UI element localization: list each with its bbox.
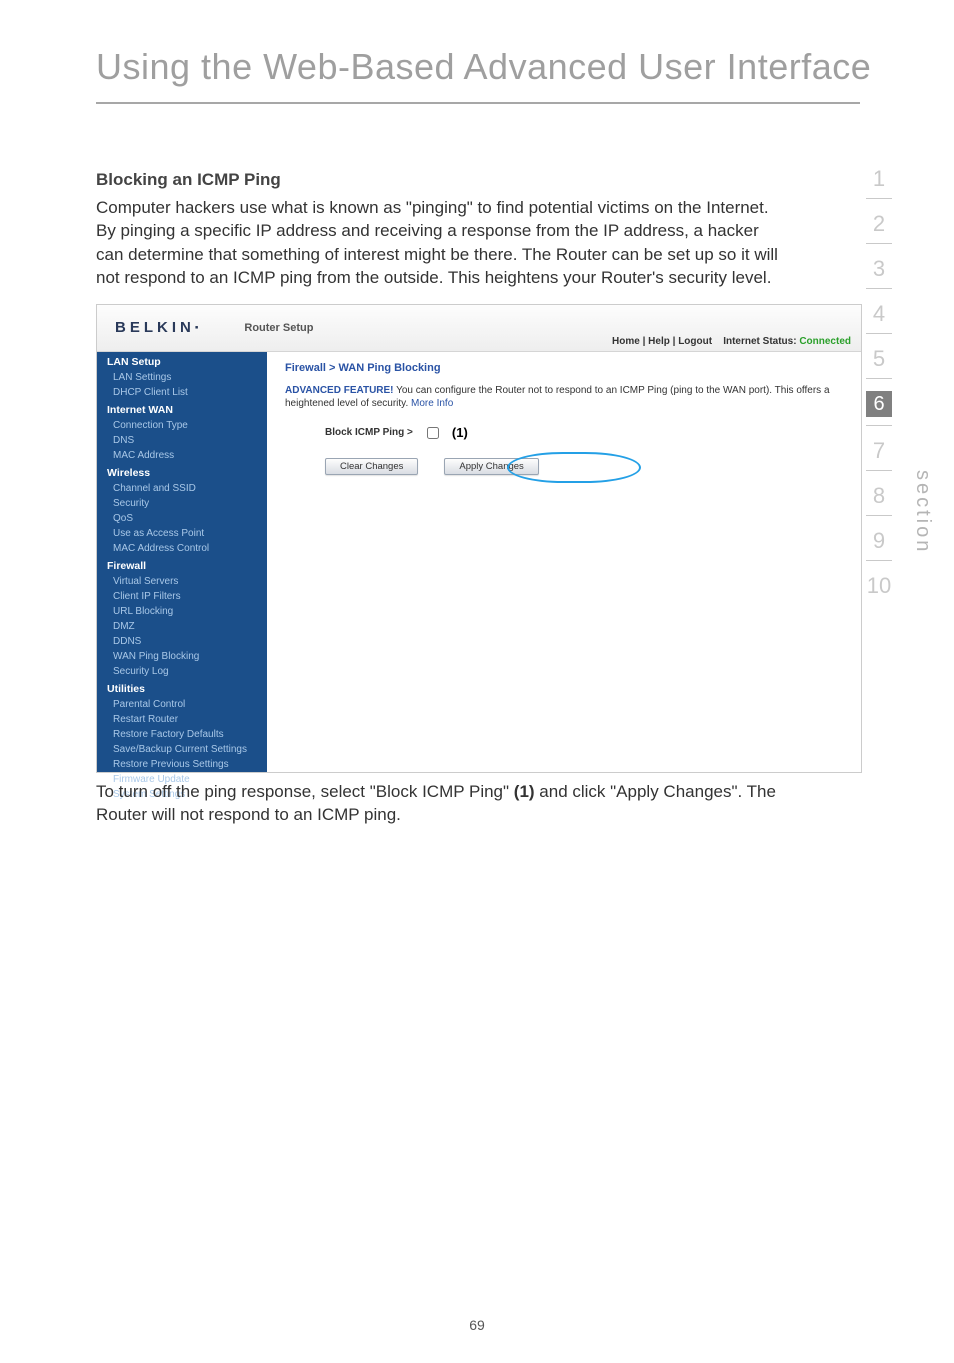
sidebar-item[interactable]: Security Log [97, 664, 267, 679]
internet-status-value: Connected [799, 336, 851, 347]
header-links: Home | Help | Logout Internet Status: Co… [612, 336, 851, 347]
section-number[interactable]: 9 [862, 530, 896, 552]
more-info-link[interactable]: More Info [411, 398, 453, 409]
sidebar-item[interactable]: Restore Previous Settings [97, 757, 267, 772]
section-number[interactable]: 2 [862, 213, 896, 235]
sidebar-item[interactable]: DMZ [97, 619, 267, 634]
section-divider [866, 378, 892, 379]
sidebar-item[interactable]: Restart Router [97, 712, 267, 727]
sidebar-group: Internet WAN [97, 400, 267, 418]
callout-one: (1) [452, 425, 468, 440]
section-divider [866, 288, 892, 289]
section-number[interactable]: 1 [862, 168, 896, 190]
sidebar-item[interactable]: Restore Factory Defaults [97, 727, 267, 742]
main-pane: Firewall > WAN Ping Blocking ADVANCED FE… [267, 352, 861, 772]
section-indicator: 1 2 3 4 5 6 7 8 9 10 [862, 168, 896, 603]
advanced-feature-note: ADVANCED FEATURE! You can configure the … [285, 384, 843, 410]
section-number[interactable]: 8 [862, 485, 896, 507]
internet-status-label: Internet Status: [723, 336, 796, 347]
sidebar-item[interactable]: Virtual Servers [97, 574, 267, 589]
section-divider [866, 198, 892, 199]
apply-changes-button[interactable]: Apply Changes [444, 458, 538, 475]
advanced-feature-label: ADVANCED FEATURE! [285, 385, 394, 396]
sidebar-nav: LAN SetupLAN SettingsDHCP Client ListInt… [97, 352, 267, 772]
intro-paragraph: Computer hackers use what is known as "p… [96, 196, 788, 290]
instruction-paragraph: To turn off the ping response, select "B… [96, 780, 790, 827]
pane-breadcrumb: Firewall > WAN Ping Blocking [285, 362, 843, 374]
section-number[interactable]: 10 [862, 575, 896, 597]
section-number[interactable]: 4 [862, 303, 896, 325]
section-number[interactable]: 6 [866, 391, 892, 417]
page-title: Using the Web-Based Advanced User Interf… [96, 46, 871, 88]
section-divider [866, 425, 892, 426]
sidebar-item[interactable]: URL Blocking [97, 604, 267, 619]
sidebar-item[interactable]: Security [97, 496, 267, 511]
sidebar-item[interactable]: DHCP Client List [97, 385, 267, 400]
block-icmp-label: Block ICMP Ping > [325, 427, 413, 438]
sidebar-item[interactable]: LAN Settings [97, 370, 267, 385]
section-divider [866, 333, 892, 334]
sidebar-item[interactable]: Connection Type [97, 418, 267, 433]
sidebar-group: Utilities [97, 679, 267, 697]
sidebar-item[interactable]: WAN Ping Blocking [97, 649, 267, 664]
page-number: 69 [0, 1317, 954, 1333]
sidebar-item[interactable]: DDNS [97, 634, 267, 649]
section-divider [866, 515, 892, 516]
sidebar-item[interactable]: MAC Address [97, 448, 267, 463]
section-divider [866, 470, 892, 471]
sidebar-item[interactable]: Client IP Filters [97, 589, 267, 604]
section-number[interactable]: 3 [862, 258, 896, 280]
clear-changes-button[interactable]: Clear Changes [325, 458, 418, 475]
header-nav[interactable]: Home | Help | Logout [612, 336, 712, 347]
sidebar-group: LAN Setup [97, 352, 267, 370]
sidebar-group: Wireless [97, 463, 267, 481]
section-heading: Blocking an ICMP Ping [96, 170, 788, 190]
sidebar-item[interactable]: Use as Access Point [97, 526, 267, 541]
sidebar-group: Firewall [97, 556, 267, 574]
sidebar-item[interactable]: MAC Address Control [97, 541, 267, 556]
sidebar-item[interactable]: Channel and SSID [97, 481, 267, 496]
embedded-screenshot: BELKIN▪ Router Setup Home | Help | Logou… [96, 304, 862, 773]
section-vertical-label: section [911, 470, 934, 554]
sidebar-item[interactable]: QoS [97, 511, 267, 526]
sidebar-item[interactable]: Parental Control [97, 697, 267, 712]
section-number[interactable]: 7 [862, 440, 896, 462]
title-rule [96, 102, 860, 104]
sidebar-item[interactable]: DNS [97, 433, 267, 448]
sidebar-item[interactable]: Save/Backup Current Settings [97, 742, 267, 757]
router-setup-label: Router Setup [244, 322, 313, 334]
belkin-logo: BELKIN▪ [115, 319, 198, 336]
section-divider [866, 560, 892, 561]
section-number[interactable]: 5 [862, 348, 896, 370]
block-icmp-checkbox[interactable] [427, 427, 439, 439]
section-divider [866, 243, 892, 244]
